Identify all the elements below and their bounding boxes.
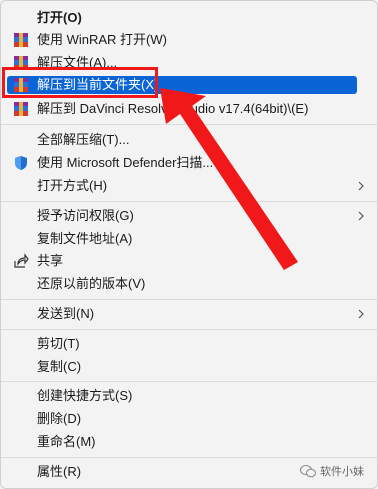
- watermark-text: 软件小妹: [320, 466, 364, 478]
- watermark: 软件小妹: [300, 463, 364, 479]
- annotation-arrow: [160, 88, 298, 270]
- wechat-icon: [300, 464, 316, 477]
